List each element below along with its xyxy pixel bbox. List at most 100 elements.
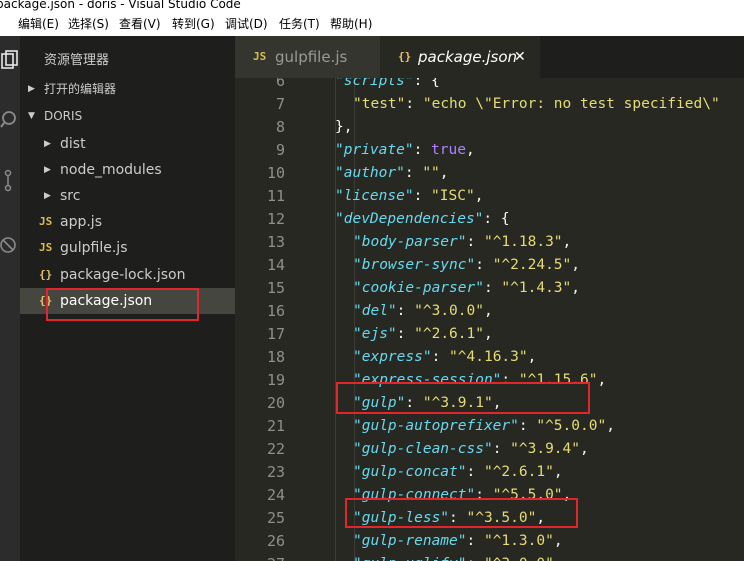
code-token: "express": [353, 349, 432, 365]
code-token: "^3.0.0": [414, 303, 484, 319]
line-number: 13: [266, 233, 285, 251]
code-token: "gulp-less": [353, 510, 450, 526]
line-number: 23: [266, 463, 285, 481]
json-file-icon: {}: [398, 50, 412, 63]
tree-item-package-lock-json[interactable]: {} package-lock.json: [20, 262, 235, 288]
tab-gulpfile-js[interactable]: JS gulpfile.js: [235, 36, 380, 78]
code-line[interactable]: 16 "del": "^3.0.0",: [235, 300, 744, 323]
code-line[interactable]: 9 "private": true,: [235, 139, 744, 162]
js-file-icon: JS: [39, 215, 53, 228]
code-token: "^5.5.0": [492, 487, 563, 503]
search-icon[interactable]: [0, 106, 20, 134]
tree-item-app-js[interactable]: JS app.js: [20, 209, 235, 235]
explorer-icon[interactable]: [0, 48, 20, 76]
code-line[interactable]: 17 "ejs": "^2.6.1",: [235, 323, 744, 346]
line-number: 18: [266, 348, 285, 366]
code-line[interactable]: 8},: [235, 116, 744, 139]
code-token: ,: [483, 326, 493, 342]
line-number: 19: [266, 371, 285, 389]
code-line[interactable]: 26 "gulp-rename": "^1.3.0",: [235, 530, 744, 553]
code-line[interactable]: 24 "gulp-connect": "^5.5.0",: [235, 484, 744, 507]
source-control-icon[interactable]: [0, 166, 20, 194]
menu-bar: 编辑(E) 选择(S) 查看(V) 转到(G) 调试(D) 任务(T) 帮助(H…: [0, 12, 744, 36]
code-token: "^5.0.0": [536, 418, 607, 434]
menu-debug[interactable]: 调试(D): [225, 12, 268, 36]
line-number: 14: [266, 256, 285, 274]
code-line[interactable]: 23 "gulp-concat": "^2.6.1",: [235, 461, 744, 484]
code-token: ,: [483, 303, 493, 319]
code-text: "license": "ISC",: [335, 185, 483, 208]
code-token: :: [466, 533, 484, 549]
line-number: 25: [266, 509, 285, 527]
code-line[interactable]: 6 "scripts": {: [235, 78, 744, 93]
line-number: 9: [275, 141, 285, 159]
json-file-icon: {}: [39, 294, 53, 307]
js-file-icon: JS: [39, 241, 53, 254]
line-number: 7: [275, 95, 285, 113]
code-token: :: [413, 188, 432, 204]
code-editor[interactable]: 6 "scripts": {7 "test": "echo \"Error: no …: [235, 78, 744, 561]
code-token: "license": [335, 188, 414, 204]
code-token: ,: [571, 257, 580, 273]
code-line[interactable]: 21 "gulp-autoprefixer": "^5.0.0",: [235, 415, 744, 438]
code-text: "gulp-uglify": "^3.0.0",: [353, 553, 563, 561]
code-line[interactable]: 22 "gulp-clean-css": "^3.9.4",: [235, 438, 744, 461]
code-line[interactable]: 25 "gulp-less": "^3.5.0",: [235, 507, 744, 530]
tree-item-label: app.js: [60, 214, 102, 230]
code-line[interactable]: 18 "express": "^4.16.3",: [235, 346, 744, 369]
code-token: "^3.9.4": [510, 441, 580, 457]
code-token: "body-parser": [353, 234, 467, 250]
code-line[interactable]: 13 "body-parser": "^1.18.3",: [235, 231, 744, 254]
tree-item-package-json[interactable]: {} package.json: [20, 288, 235, 314]
close-icon[interactable]: ✕: [514, 36, 526, 78]
code-token: :: [467, 556, 484, 561]
code-line[interactable]: 27 "gulp-uglify": "^3.0.0",: [235, 553, 744, 561]
code-token: ,: [527, 349, 537, 365]
code-line[interactable]: 14 "browser-sync": "^2.24.5",: [235, 254, 744, 277]
tree-item-gulpfile-js[interactable]: JS gulpfile.js: [20, 235, 235, 261]
code-line[interactable]: 19 "express-session": "^1.15.6",: [235, 369, 744, 392]
code-token: :: [475, 487, 493, 503]
code-line[interactable]: 20 "gulp": "^3.9.1",: [235, 392, 744, 415]
code-token: ,: [554, 556, 563, 561]
folder-root[interactable]: ▼ DORIS: [20, 103, 235, 129]
open-editors-section[interactable]: ▶ 打开的编辑器: [20, 76, 235, 102]
menu-goto[interactable]: 转到(G): [172, 12, 215, 36]
code-line[interactable]: 15 "cookie-parser": "^1.4.3",: [235, 277, 744, 300]
code-token: :: [396, 303, 415, 319]
code-token: "express-session": [353, 372, 502, 388]
code-text: },: [335, 116, 352, 139]
menu-help[interactable]: 帮助(H): [330, 12, 372, 36]
code-token: "^3.9.1": [422, 395, 493, 411]
line-number: 12: [266, 210, 285, 228]
code-line[interactable]: 10 "author": "",: [235, 162, 744, 185]
code-line[interactable]: 12 "devDependencies": {: [235, 208, 744, 231]
code-token: "^3.5.0": [466, 510, 537, 526]
code-line[interactable]: 11 "license": "ISC",: [235, 185, 744, 208]
code-token: true: [431, 142, 466, 158]
code-token: :: [483, 280, 502, 296]
line-number: 27: [235, 553, 285, 561]
menu-edit[interactable]: 编辑(E): [18, 12, 59, 36]
code-token: :: [466, 464, 484, 480]
code-token: "echo \"Error: no test specified\": [422, 96, 720, 112]
line-number: 17: [266, 325, 285, 343]
code-text: "gulp-less": "^3.5.0",: [353, 507, 545, 530]
code-token: },: [335, 119, 353, 135]
code-line[interactable]: 7 "test": "echo \"Error: no test specifie…: [235, 93, 744, 116]
tree-item-node-modules[interactable]: ▶ node_modules: [20, 157, 235, 183]
code-token: "^1.15.6": [518, 372, 598, 388]
code-token: :: [492, 441, 511, 457]
tab-package-json[interactable]: {} package.json ✕: [380, 36, 540, 78]
line-number: 8: [275, 118, 285, 136]
debug-icon[interactable]: [0, 231, 20, 259]
menu-selection[interactable]: 选择(S): [68, 12, 109, 36]
code-token: "del": [353, 303, 397, 319]
tree-item-dist[interactable]: ▶ dist: [20, 131, 235, 157]
menu-view[interactable]: 查看(V): [119, 12, 161, 36]
menu-tasks[interactable]: 任务(T): [279, 12, 320, 36]
activity-bar: [0, 36, 20, 561]
line-number: 6: [275, 78, 285, 90]
tree-item-src[interactable]: ▶ src: [20, 183, 235, 209]
chevron-right-icon: ▶: [28, 84, 35, 94]
